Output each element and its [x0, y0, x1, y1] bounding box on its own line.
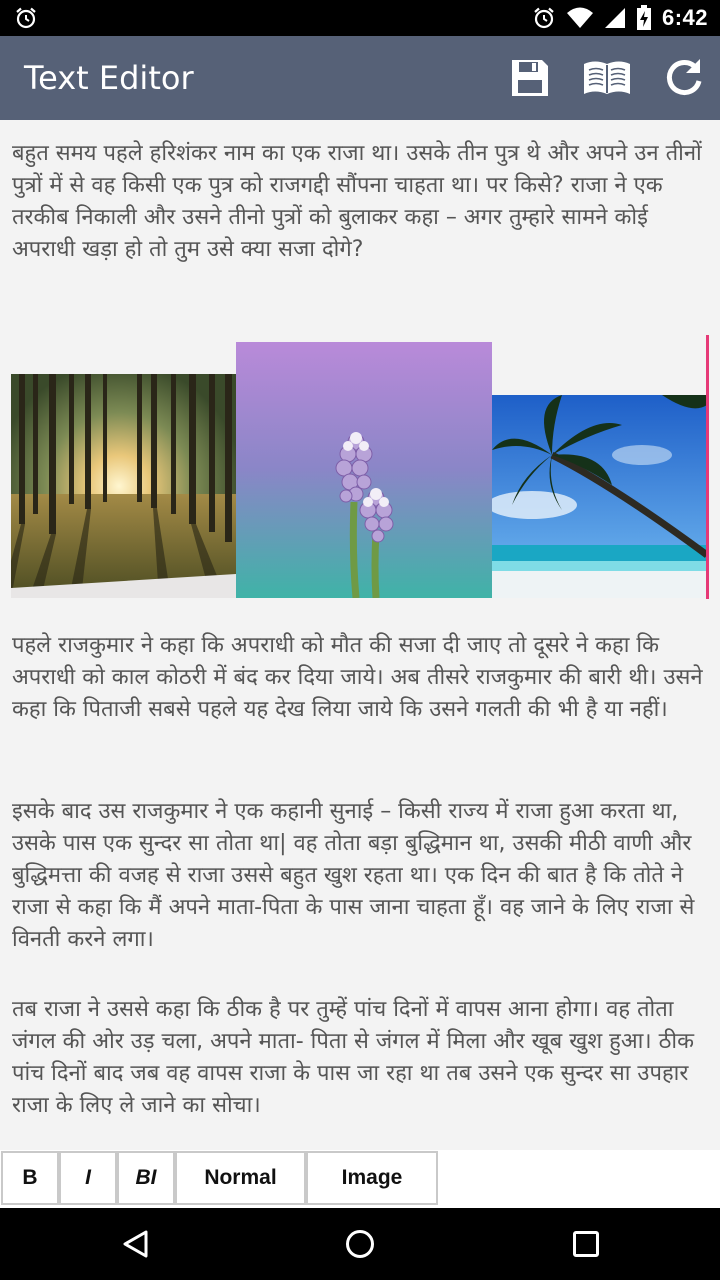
format-toolbar: B I BI Normal Image: [0, 1150, 720, 1208]
forest-sunlight-image: [11, 374, 236, 598]
battery-charging-icon: [636, 5, 651, 30]
editor-paragraph: तब राजा ने उससे कहा कि ठीक है पर तुम्हें…: [12, 997, 695, 1118]
back-button[interactable]: [120, 1228, 152, 1260]
bold-italic-button[interactable]: BI: [117, 1151, 175, 1205]
signal-icon: [604, 8, 625, 28]
wifi-icon: [566, 7, 593, 28]
navigation-bar: [0, 1208, 720, 1280]
italic-button[interactable]: I: [59, 1151, 117, 1205]
status-bar: 6:42: [0, 0, 720, 36]
refresh-button[interactable]: [662, 56, 706, 100]
open-book-icon: [584, 61, 630, 94]
editor-paragraph: बहुत समय पहले हरिशंकर नाम का एक राजा था।…: [12, 141, 702, 262]
app-bar: Text Editor: [0, 36, 720, 120]
alarm-clock-icon: [534, 7, 554, 29]
read-mode-button[interactable]: [582, 56, 632, 100]
status-icons: 6:42: [532, 0, 708, 36]
alarm-clock-icon: [16, 7, 36, 29]
app-title: Text Editor: [24, 59, 194, 97]
save-button[interactable]: [508, 56, 552, 100]
recents-button[interactable]: [570, 1228, 602, 1260]
home-button[interactable]: [344, 1228, 376, 1260]
text-cursor: [706, 335, 709, 599]
editor-content[interactable]: बहुत समय पहले हरिशंकर नाम का एक राजा था।…: [0, 120, 720, 1150]
bold-button[interactable]: B: [1, 1151, 59, 1205]
back-triangle-icon: [123, 1230, 148, 1258]
home-circle-icon: [346, 1230, 374, 1258]
insert-image-button[interactable]: Image: [306, 1151, 438, 1205]
editor-paragraph: इसके बाद उस राजकुमार ने एक कहानी सुनाई –…: [12, 799, 695, 952]
purple-flower-image: [236, 342, 492, 598]
recents-square-icon: [573, 1231, 599, 1257]
clock-time: 6:42: [661, 5, 708, 30]
editor-paragraph: पहले राजकुमार ने कहा कि अपराधी को मौत की…: [12, 633, 703, 722]
palm-tree-beach-image: [492, 395, 707, 598]
refresh-icon: [666, 59, 702, 95]
normal-button[interactable]: Normal: [175, 1151, 306, 1205]
save-icon: [512, 60, 548, 96]
